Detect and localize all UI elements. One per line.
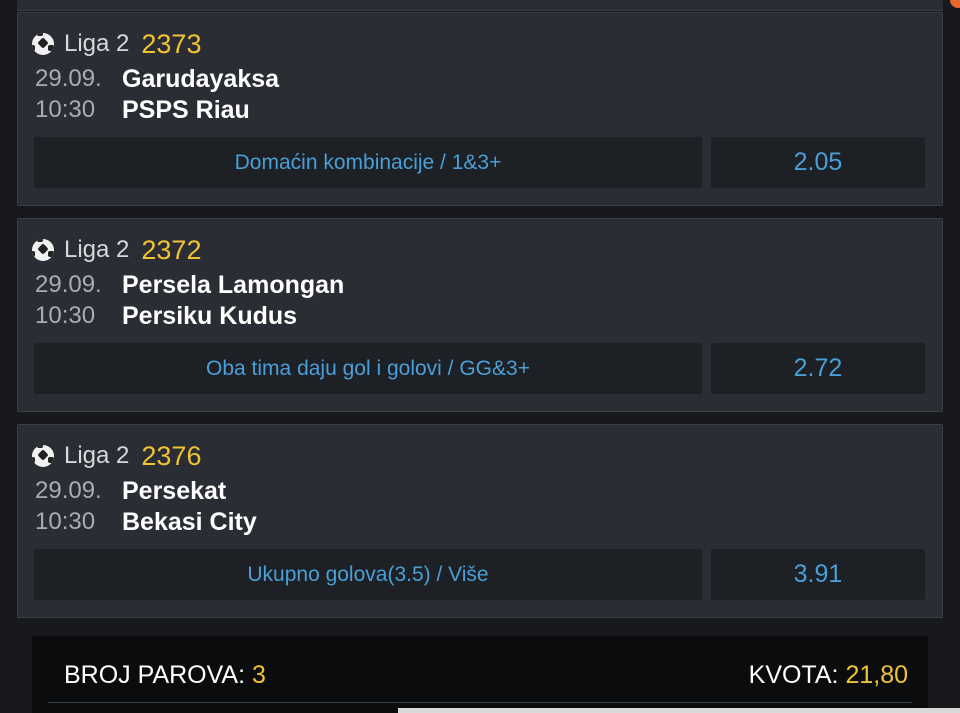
- league-row: Liga 2 2376: [32, 441, 201, 471]
- ticket-summary: BROJ PAROVA: 3 KVOTA: 21,80: [32, 636, 928, 713]
- league-name: Liga 2: [64, 30, 130, 57]
- pairs-label: BROJ PAROVA:: [64, 661, 246, 689]
- odd-button[interactable]: 2.05: [711, 137, 925, 188]
- league-name: Liga 2: [64, 236, 130, 263]
- match-time: 10:30: [35, 508, 96, 535]
- bet-selection-button[interactable]: Ukupno golova(3.5) / Više: [34, 549, 702, 600]
- bet-selection-button[interactable]: Oba tima daju gol i golovi / GG&3+: [34, 343, 702, 394]
- soccer-ball-icon: [32, 239, 54, 261]
- home-team: Persela Lamongan: [122, 271, 345, 299]
- odd-button[interactable]: 2.72: [711, 343, 925, 394]
- league-row: Liga 2 2373: [32, 29, 201, 59]
- previous-card-edge: [17, 0, 943, 11]
- away-team: Bekasi City: [122, 508, 257, 536]
- home-team: Persekat: [122, 477, 227, 505]
- match-card: Liga 2 2376 29.09. 10:30 Persekat Bekasi…: [17, 424, 943, 618]
- match-time: 10:30: [35, 302, 96, 329]
- away-team: PSPS Riau: [122, 96, 250, 124]
- league-name: Liga 2: [64, 442, 130, 469]
- soccer-ball-icon: [32, 445, 54, 467]
- notification-dot: [950, 0, 960, 8]
- match-date: 29.09.: [35, 65, 102, 92]
- scroll-indicator: [398, 708, 960, 713]
- home-team: Garudayaksa: [122, 65, 280, 93]
- league-row: Liga 2 2372: [32, 235, 201, 265]
- match-id: 2373: [141, 28, 202, 59]
- away-team: Persiku Kudus: [122, 302, 298, 330]
- match-card: Liga 2 2373 29.09. 10:30 Garudayaksa PSP…: [17, 12, 943, 206]
- soccer-ball-icon: [32, 33, 54, 55]
- match-id: 2376: [141, 440, 202, 471]
- divider: [48, 702, 912, 703]
- bet-selection-button[interactable]: Domaćin kombinacije / 1&3+: [34, 137, 702, 188]
- match-id: 2372: [141, 234, 202, 265]
- odds-value: 21,80: [845, 661, 908, 689]
- pairs-value: 3: [252, 661, 266, 689]
- odd-button[interactable]: 3.91: [711, 549, 925, 600]
- pairs-count: BROJ PAROVA: 3: [64, 661, 266, 690]
- match-date: 29.09.: [35, 271, 102, 298]
- odds-label: KVOTA:: [748, 661, 839, 689]
- match-time: 10:30: [35, 96, 96, 123]
- match-date: 29.09.: [35, 477, 102, 504]
- match-card: Liga 2 2372 29.09. 10:30 Persela Lamonga…: [17, 218, 943, 412]
- total-odds: KVOTA: 21,80: [749, 661, 908, 690]
